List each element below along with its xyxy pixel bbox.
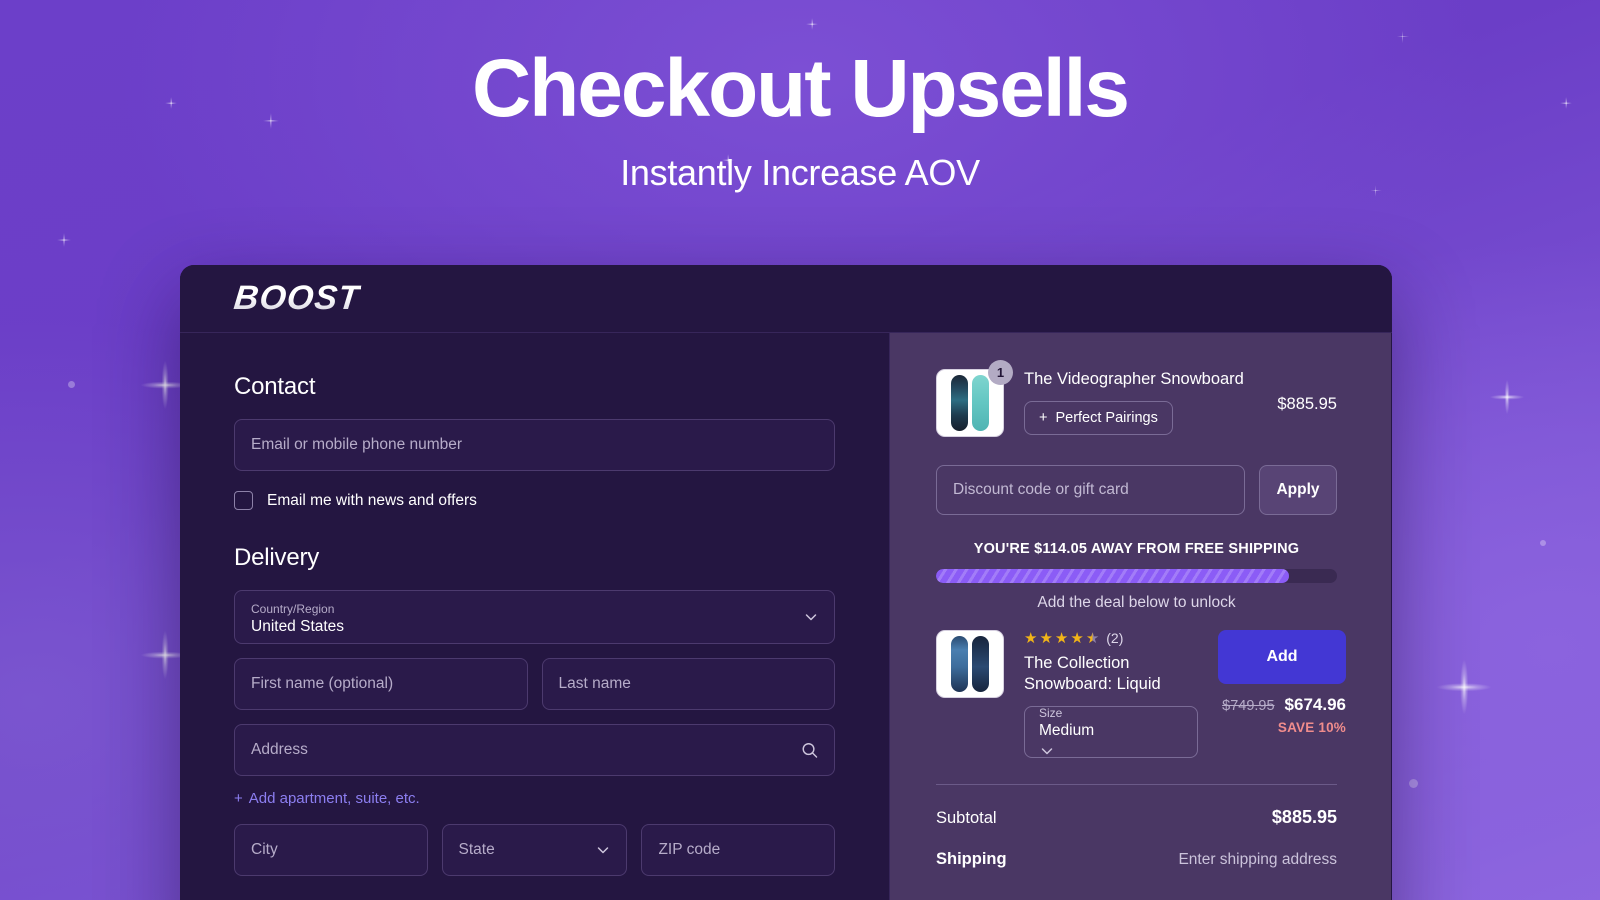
add-apartment-link[interactable]: + Add apartment, suite, etc. [234, 790, 420, 807]
subtotal-label: Subtotal [936, 809, 997, 828]
upsell-offer: ★ ★ ★ ★ ★ (2) The Collection Snowboard: … [936, 630, 1346, 760]
checkout-body: Contact Email or mobile phone number Ema… [180, 333, 1392, 900]
shipping-value: Enter shipping address [1178, 851, 1337, 869]
star-icon: ★ [1070, 629, 1084, 647]
free-shipping-progress: YOU'RE $114.05 AWAY FROM FREE SHIPPING A… [936, 541, 1337, 612]
delivery-heading: Delivery [234, 544, 320, 571]
upsell-thumbnail [936, 630, 1004, 698]
quantity-badge: 1 [988, 360, 1013, 385]
summary-divider [936, 784, 1337, 786]
upsell-title: The Collection Snowboard: Liquid [1024, 654, 1161, 694]
contact-heading: Contact [234, 373, 316, 400]
upsell-price: $674.96 [1284, 695, 1346, 714]
sparkle-dot-icon [1540, 540, 1546, 546]
star-icon: ★ [1054, 629, 1069, 647]
size-label: Size [1039, 705, 1063, 720]
snowboard-graphic [972, 636, 989, 692]
city-field[interactable]: City [234, 824, 428, 876]
shipping-label: Shipping [936, 850, 1007, 869]
progress-bar-track [936, 569, 1337, 583]
sparkle-dot-icon [1409, 779, 1418, 788]
sparkle-icon [57, 233, 71, 247]
email-field[interactable]: Email or mobile phone number [234, 419, 835, 471]
sparkle-icon [1437, 660, 1491, 714]
upsell-rating: ★ ★ ★ ★ ★ (2) [1024, 630, 1198, 646]
country-select[interactable]: Country/Region United States [234, 590, 835, 644]
sparkle-icon [806, 18, 818, 30]
size-value: Medium [1039, 721, 1095, 739]
sparkle-icon [1396, 30, 1409, 43]
zip-field[interactable]: ZIP code [641, 824, 835, 876]
sparkle-dot-icon [68, 381, 75, 388]
subtotal-value: $885.95 [1271, 807, 1337, 828]
page-subtitle: Instantly Increase AOV [620, 152, 980, 193]
checkout-form-column: Contact Email or mobile phone number Ema… [180, 333, 890, 900]
discount-row: Discount code or gift card Apply [936, 465, 1337, 515]
cart-line-item: 1 The Videographer Snowboard + Perfect P… [936, 360, 1337, 437]
first-name-field[interactable]: First name (optional) [234, 658, 528, 710]
snowboard-graphic [951, 375, 968, 431]
free-shipping-message: YOU'RE $114.05 AWAY FROM FREE SHIPPING [973, 541, 1300, 557]
star-icon: ★ [1024, 629, 1038, 647]
line-item-price: $885.95 [1277, 395, 1337, 413]
plus-icon: + [234, 790, 243, 807]
free-shipping-hint: Add the deal below to unlock [1037, 594, 1236, 611]
sparkle-icon [1490, 380, 1524, 414]
address-placeholder: Address [251, 741, 308, 758]
country-value: United States [251, 618, 345, 636]
product-thumbnail-wrap: 1 [936, 360, 1013, 437]
discount-code-input[interactable]: Discount code or gift card [936, 465, 1245, 515]
line-item-title: The Videographer Snowboard [1024, 370, 1244, 388]
plus-icon: + [1039, 410, 1048, 427]
add-apartment-label: Add apartment, suite, etc. [248, 790, 420, 807]
chevron-down-icon [595, 842, 611, 858]
order-summary-column: 1 The Videographer Snowboard + Perfect P… [890, 333, 1391, 900]
newsletter-label: Email me with news and offers [267, 491, 477, 509]
brand-logo: BOOST [232, 279, 362, 317]
star-icon: ★ [1039, 629, 1053, 647]
chevron-down-icon [1039, 742, 1183, 760]
apply-discount-button[interactable]: Apply [1259, 465, 1337, 515]
size-select[interactable]: Size Medium [1024, 705, 1198, 760]
hero-section: Checkout Upsells Instantly Increase AOV [0, 48, 1600, 194]
subtotal-row: Subtotal $885.95 [936, 807, 1337, 828]
upsell-price-line: $749.95 $674.96 [1222, 695, 1346, 715]
upsell-actions: Add $749.95 $674.96 SAVE 10% [1218, 630, 1346, 735]
star-half-icon: ★ [1085, 629, 1100, 647]
last-name-placeholder: Last name [558, 675, 631, 692]
upsell-save-badge: SAVE 10% [1277, 720, 1346, 735]
checkout-window: BOOST Contact Email or mobile phone numb… [180, 265, 1392, 900]
search-icon[interactable] [800, 741, 819, 760]
newsletter-checkbox[interactable] [234, 491, 253, 510]
country-label: Country/Region [251, 601, 335, 616]
shipping-row: Shipping Enter shipping address [936, 850, 1337, 869]
address-field[interactable]: Address [234, 724, 835, 776]
first-name-placeholder: First name (optional) [251, 675, 394, 692]
email-placeholder: Email or mobile phone number [251, 436, 463, 453]
discount-placeholder: Discount code or gift card [953, 481, 1129, 498]
add-upsell-button[interactable]: Add [1218, 630, 1346, 684]
upsell-compare-price: $749.95 [1222, 698, 1275, 714]
review-count: (2) [1106, 630, 1124, 646]
page-root: Checkout Upsells Instantly Increase AOV … [0, 0, 1600, 900]
last-name-field[interactable]: Last name [541, 658, 835, 710]
checkout-header: BOOST [180, 265, 1392, 333]
snowboard-graphic [951, 636, 968, 692]
chevron-down-icon [803, 609, 819, 625]
newsletter-checkbox-row[interactable]: Email me with news and offers [234, 491, 835, 510]
state-select[interactable]: State [441, 824, 628, 876]
progress-bar-fill [936, 569, 1289, 583]
perfect-pairings-button[interactable]: + Perfect Pairings [1024, 401, 1173, 436]
perfect-pairings-label: Perfect Pairings [1055, 410, 1158, 427]
zip-placeholder: ZIP code [658, 841, 721, 858]
state-placeholder: State [458, 841, 495, 858]
snowboard-graphic [972, 375, 989, 431]
city-placeholder: City [251, 841, 278, 858]
page-title: Checkout Upsells [471, 43, 1130, 134]
